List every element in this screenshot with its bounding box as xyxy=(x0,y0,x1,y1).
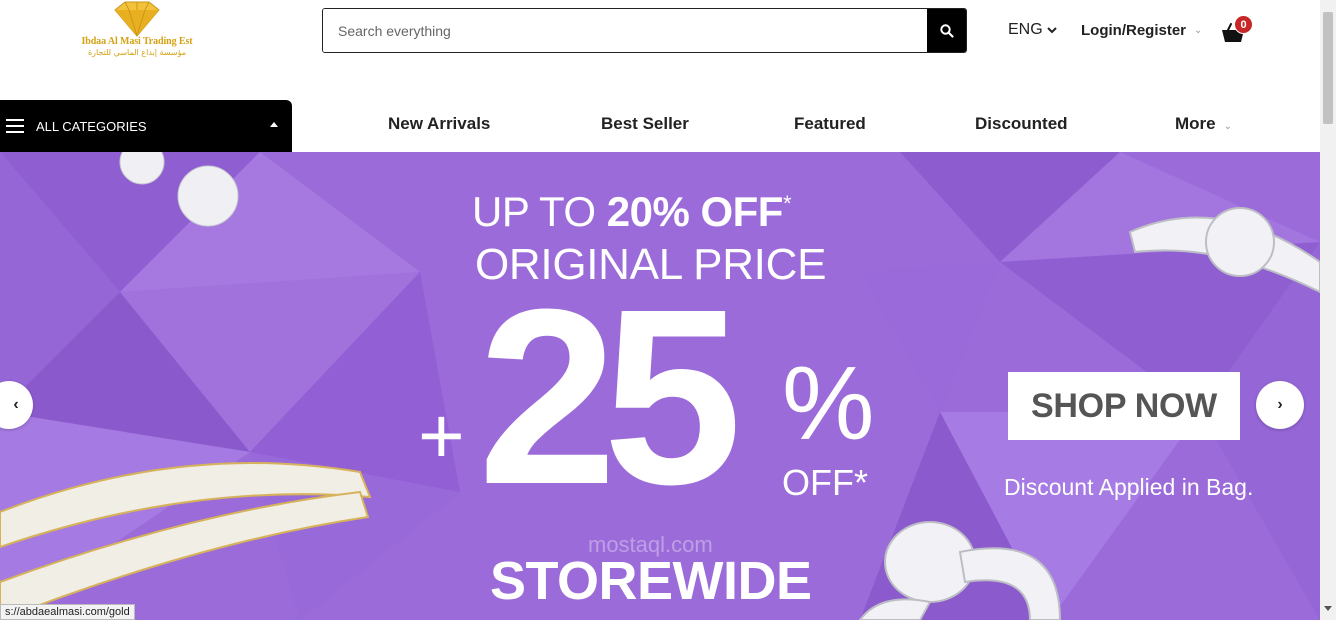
status-bar-url: s://abdaealmasi.com/gold xyxy=(0,604,135,620)
logo-name-english: Ibdaa Al Masi Trading Est xyxy=(81,36,193,47)
chevron-up-icon xyxy=(270,122,278,127)
main-nav: ALL CATEGORIES New Arrivals Best Seller … xyxy=(0,96,1320,152)
nav-discounted[interactable]: Discounted xyxy=(975,114,1068,134)
diamond-logo-icon xyxy=(114,1,160,37)
all-categories-button[interactable]: ALL CATEGORIES xyxy=(0,100,292,152)
logo[interactable]: Ibdaa Al Masi Trading Est مؤسسة إبداع ال… xyxy=(62,0,212,72)
hero-big-number: 25 xyxy=(478,257,742,536)
chevron-down-icon: ⌄ xyxy=(1223,121,1233,132)
shop-now-button[interactable]: SHOP NOW xyxy=(1008,372,1240,440)
hero-storewide: STOREWIDE xyxy=(490,551,812,611)
hero-headline-star: * xyxy=(782,191,792,216)
carousel-next-button[interactable]: › xyxy=(1256,381,1304,429)
search-icon xyxy=(939,23,954,38)
nav-more-label: More xyxy=(1175,114,1216,133)
search-bar xyxy=(322,8,967,53)
hero-percent: % xyxy=(782,346,875,462)
language-selector[interactable]: ENG xyxy=(1008,21,1057,39)
login-register-label: Login/Register xyxy=(1081,22,1187,39)
chevron-down-icon xyxy=(1046,27,1057,34)
hero-off: OFF* xyxy=(782,462,868,503)
hero-headline-bold: 20% OFF xyxy=(606,188,784,235)
chevron-left-icon: ‹ xyxy=(13,396,19,413)
nav-more[interactable]: More ⌄ xyxy=(1175,114,1232,134)
chevron-right-icon: › xyxy=(1277,396,1283,413)
scrollbar[interactable] xyxy=(1320,0,1336,620)
login-register-link[interactable]: Login/Register ⌄ xyxy=(1081,22,1202,39)
cart-button[interactable]: 0 xyxy=(1221,15,1255,44)
scrollbar-thumb[interactable] xyxy=(1323,12,1333,124)
hero-headline: UP TO 20% OFF* xyxy=(472,188,792,236)
hero-headline-prefix: UP TO xyxy=(472,188,607,235)
hero-discount-note: Discount Applied in Bag. xyxy=(1004,474,1254,500)
search-input[interactable] xyxy=(323,9,927,52)
header: Ibdaa Al Masi Trading Est مؤسسة إبداع ال… xyxy=(0,0,1320,88)
watermark: mostaql.com xyxy=(588,532,713,557)
cart-count-badge: 0 xyxy=(1234,15,1253,34)
nav-new-arrivals[interactable]: New Arrivals xyxy=(388,114,490,134)
nav-featured[interactable]: Featured xyxy=(794,114,866,134)
page: Ibdaa Al Masi Trading Est مؤسسة إبداع ال… xyxy=(0,0,1336,620)
chevron-down-icon: ⌄ xyxy=(1194,25,1203,36)
logo-name-arabic: مؤسسة إبداع الماسي للتجارة xyxy=(87,48,187,57)
search-button[interactable] xyxy=(927,9,966,52)
hero-banner[interactable]: UP TO 20% OFF* ORIGINAL PRICE + 25 % OFF… xyxy=(0,152,1320,620)
nav-best-seller[interactable]: Best Seller xyxy=(601,114,689,134)
language-label: ENG xyxy=(1008,21,1043,38)
scroll-down-arrow-icon[interactable] xyxy=(1324,606,1332,611)
hero-plus: + xyxy=(418,391,465,480)
hamburger-icon xyxy=(6,119,24,133)
all-categories-label: ALL CATEGORIES xyxy=(36,118,147,134)
